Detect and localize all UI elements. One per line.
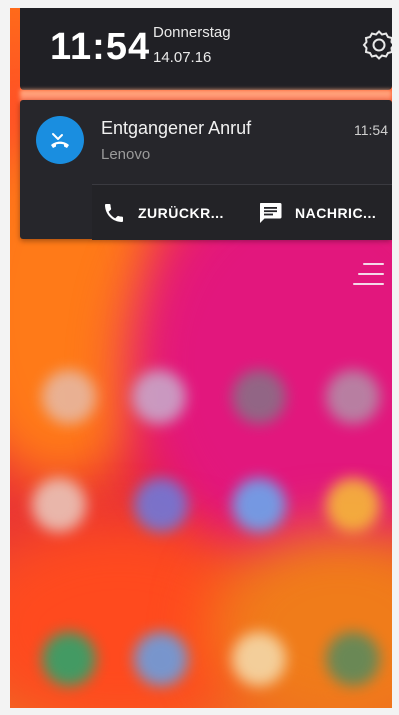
phone-icon xyxy=(105,203,123,222)
menu-lines-icon[interactable] xyxy=(352,260,386,290)
blurred-app-icon xyxy=(232,478,286,532)
weekday-label: Donnerstag xyxy=(153,24,231,41)
blurred-app-icon xyxy=(42,370,96,424)
message-label: NACHRIC... xyxy=(295,204,377,221)
clock-time: 11:54 xyxy=(50,26,151,68)
blurred-app-icon xyxy=(326,370,380,424)
blurred-app-icon xyxy=(132,370,186,424)
blurred-app-icon xyxy=(134,478,188,532)
blurred-app-icon xyxy=(32,478,86,532)
missed-call-icon xyxy=(36,116,84,164)
message-button[interactable]: NACHRIC... xyxy=(257,185,376,240)
blurred-app-icon xyxy=(326,478,380,532)
notification-title: Entgangener Anruf xyxy=(101,118,252,138)
blurred-app-icon xyxy=(232,632,286,686)
call-back-button[interactable]: ZURÜCKR... xyxy=(102,185,224,240)
blurred-app-icon xyxy=(42,632,96,686)
blurred-app-icon xyxy=(134,632,188,686)
call-back-label: ZURÜCKR... xyxy=(138,204,224,221)
blurred-app-icon xyxy=(232,370,286,424)
gear-icon[interactable] xyxy=(361,27,392,63)
date-label: 14.07.16 xyxy=(153,49,212,66)
lock-header: 11:54 Donnerstag 14.07.16 xyxy=(20,8,392,90)
phone-screen: 11:54 Donnerstag 14.07.16 Entgangener An… xyxy=(10,8,392,708)
notification-actions: ZURÜCKR... NACHRIC... xyxy=(92,184,392,240)
blurred-app-icon xyxy=(326,632,380,686)
notification-card[interactable]: Entgangener Anruf 11:54 Lenovo ZURÜCKR..… xyxy=(20,100,392,240)
message-icon xyxy=(260,202,282,223)
notification-app-name: Lenovo xyxy=(101,146,151,163)
notification-time: 11:54 xyxy=(354,122,388,138)
